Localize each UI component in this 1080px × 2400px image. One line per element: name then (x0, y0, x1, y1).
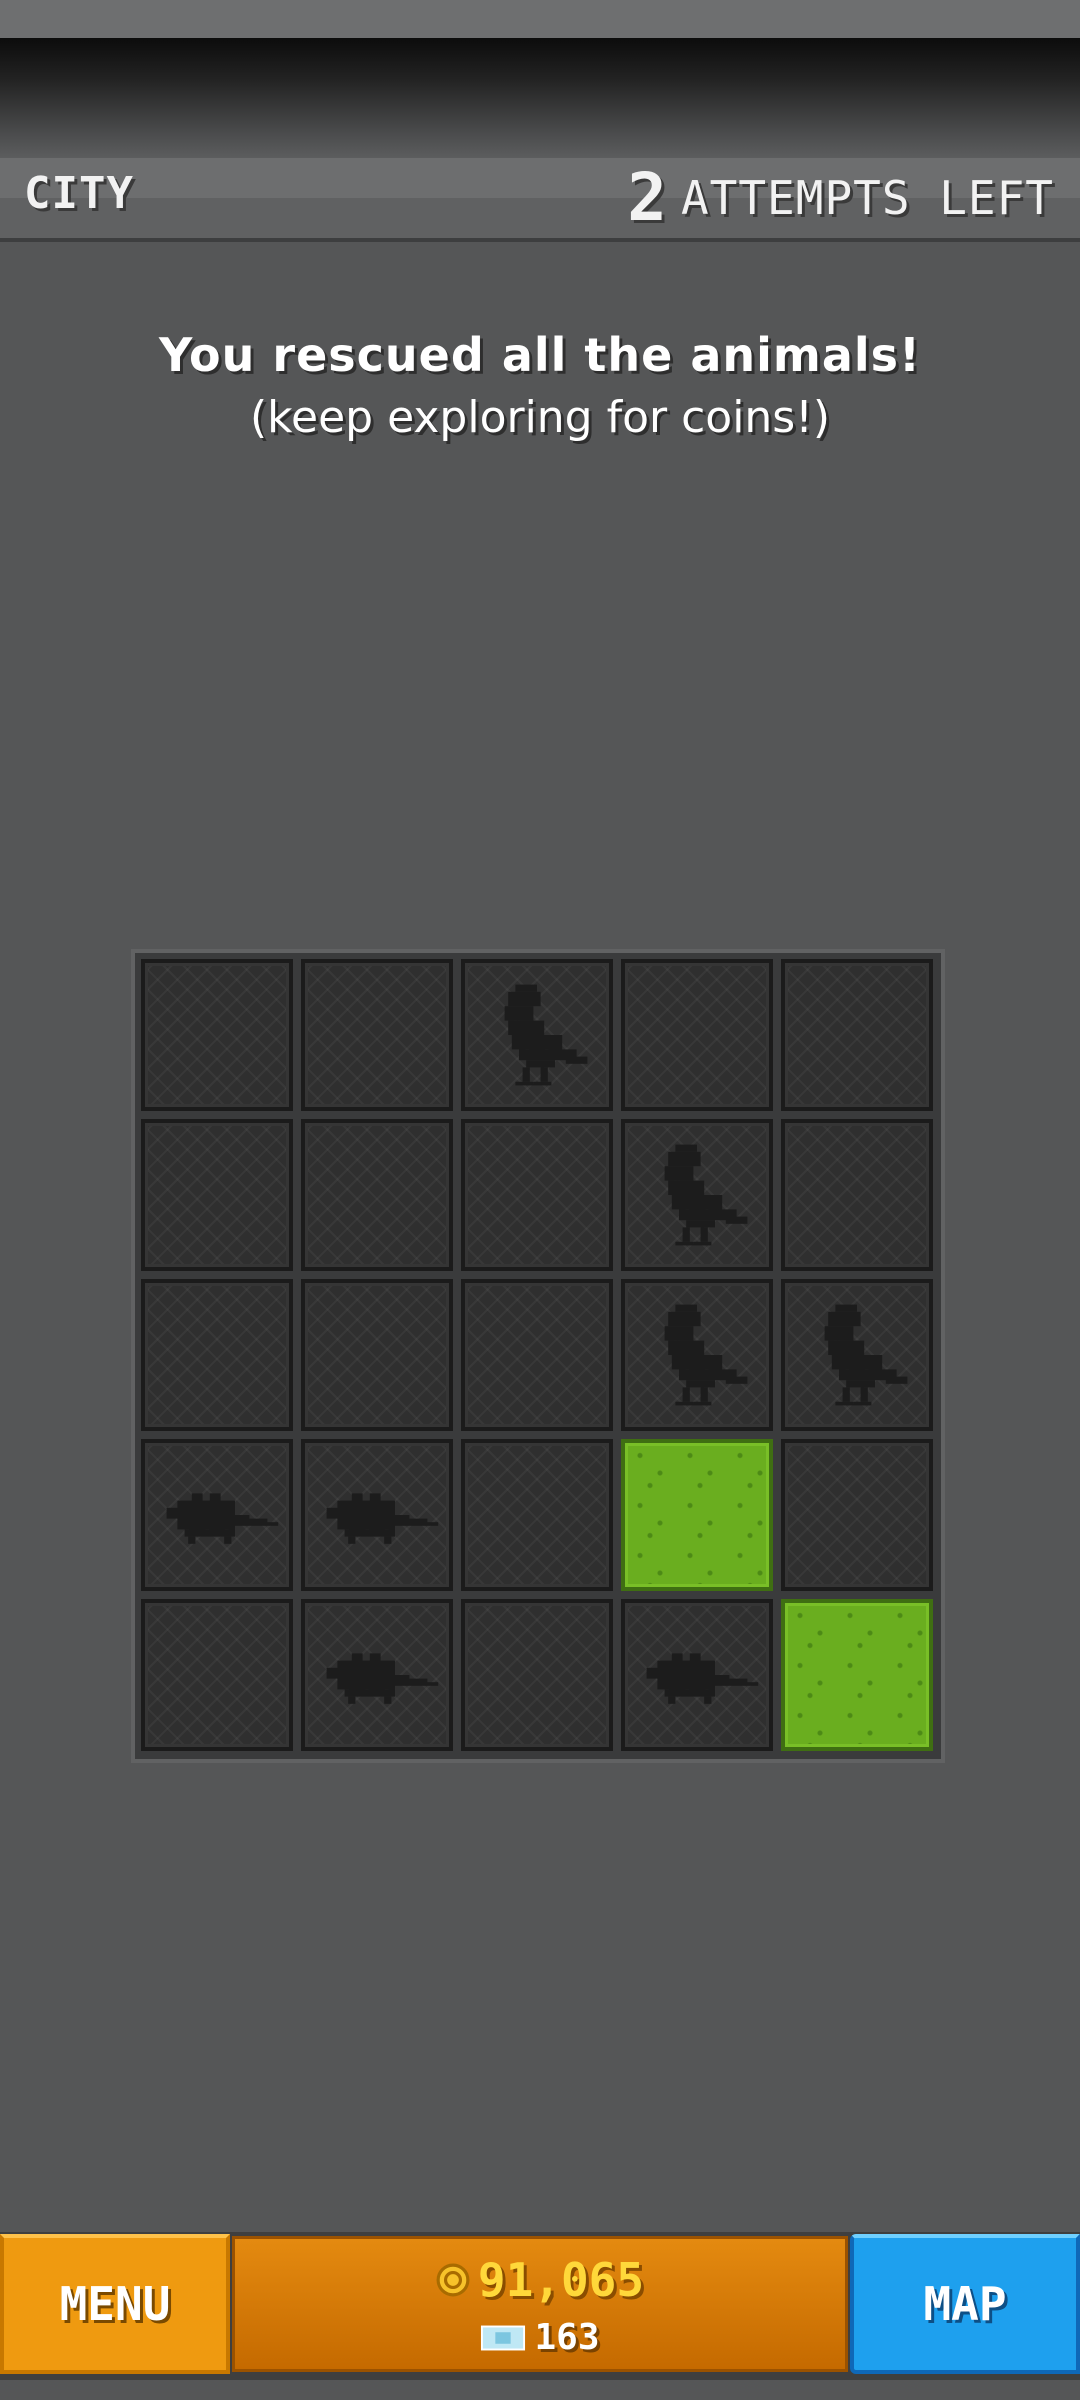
grid-cell[interactable] (141, 1119, 293, 1271)
grid-cell[interactable] (781, 1119, 933, 1271)
currency-panel: 91,065 163 (232, 2236, 848, 2372)
pigeon-silhouette-icon (504, 984, 588, 1086)
explore-hint: (keep exploring for coins!) (249, 392, 831, 443)
grass-tile[interactable] (621, 1439, 773, 1591)
pigeon-silhouette-icon (664, 1144, 748, 1246)
grid-cell[interactable] (301, 959, 453, 1111)
game-grid (131, 949, 945, 1763)
rat-silhouette-icon (166, 1493, 279, 1544)
grid-cell[interactable] (461, 1279, 613, 1431)
pigeon-silhouette-icon (824, 1304, 908, 1406)
rat-silhouette-icon (326, 1493, 439, 1544)
level-name: CITY (24, 168, 134, 219)
grid-cell[interactable] (461, 1119, 613, 1271)
grid-cell[interactable] (301, 1279, 453, 1431)
rescue-message: You rescued all the animals! (158, 328, 922, 382)
ticket-icon (481, 2325, 526, 2350)
rat-silhouette-icon (646, 1653, 759, 1704)
grid-cell[interactable] (621, 959, 773, 1111)
grid-cell[interactable] (781, 959, 933, 1111)
grid-cell-rat[interactable] (621, 1599, 773, 1751)
attempts-counter: 2 ATTEMPTS LEFT (627, 158, 1054, 238)
grid-cell-rat[interactable] (141, 1439, 293, 1591)
coins-amount: 91,065 (477, 2253, 645, 2307)
grid-cell[interactable] (461, 1599, 613, 1751)
grid-cell[interactable] (301, 1119, 453, 1271)
grid-cell[interactable] (141, 1279, 293, 1431)
grid-cell-pigeon[interactable] (461, 959, 613, 1111)
grid-cell[interactable] (141, 1599, 293, 1751)
pigeon-silhouette-icon (664, 1304, 748, 1406)
grid-cell-pigeon[interactable] (621, 1279, 773, 1431)
level-header: CITY 2 ATTEMPTS LEFT (0, 158, 1080, 242)
gems-amount: 163 (534, 2317, 600, 2358)
grid-cell-rat[interactable] (301, 1599, 453, 1751)
grid-cell-pigeon[interactable] (781, 1279, 933, 1431)
gems-display: 163 (235, 2317, 845, 2358)
rat-silhouette-icon (326, 1653, 439, 1704)
result-message: You rescued all the animals! (keep explo… (0, 328, 1080, 443)
grid-cell[interactable] (141, 959, 293, 1111)
grid-cell-rat[interactable] (301, 1439, 453, 1591)
attempts-count: 2 (627, 159, 667, 236)
menu-button[interactable]: MENU (0, 2234, 230, 2374)
top-banner (0, 38, 1080, 158)
coins-display: 91,065 (235, 2253, 845, 2307)
coin-icon (436, 2263, 470, 2297)
grid-cell-pigeon[interactable] (621, 1119, 773, 1271)
status-strip (0, 0, 1080, 38)
grid-cell[interactable] (781, 1439, 933, 1591)
grass-tile[interactable] (781, 1599, 933, 1751)
map-button[interactable]: MAP (850, 2234, 1080, 2374)
attempts-label: ATTEMPTS LEFT (680, 171, 1054, 225)
grid-cell[interactable] (461, 1439, 613, 1591)
